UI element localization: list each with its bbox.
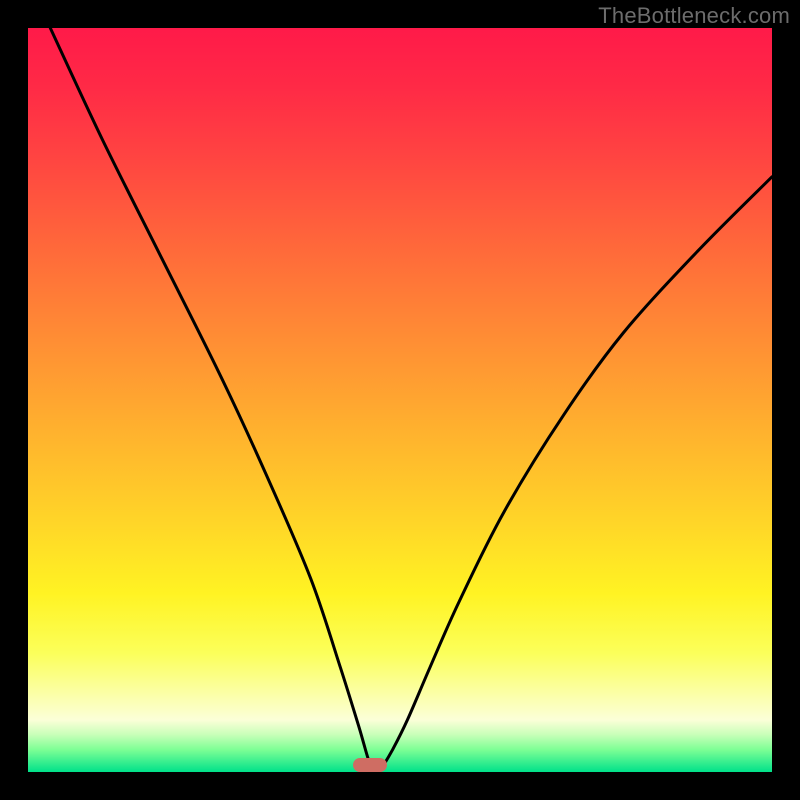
bottleneck-curve — [28, 28, 772, 772]
optimum-marker — [353, 758, 387, 772]
chart-frame: TheBottleneck.com — [0, 0, 800, 800]
plot-area — [28, 28, 772, 772]
watermark-text: TheBottleneck.com — [598, 3, 790, 29]
